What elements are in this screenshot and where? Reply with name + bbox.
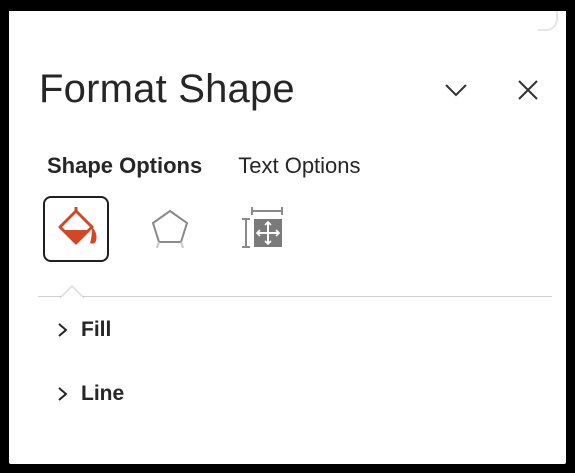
fill-section-header[interactable]: Fill [57, 318, 111, 342]
fill-line-tab[interactable] [43, 196, 109, 262]
tab-shape-options[interactable]: Shape Options [47, 153, 202, 179]
format-shape-pane: Format Shape Shape Options Text Options [9, 11, 566, 464]
pane-title: Format Shape [39, 67, 295, 111]
top-strip [9, 11, 566, 31]
top-strip-corner [538, 11, 558, 31]
line-section-header[interactable]: Line [57, 382, 124, 406]
effects-tab[interactable] [137, 196, 203, 262]
collapse-button[interactable] [439, 73, 473, 107]
category-icons [43, 196, 297, 262]
effects-icon [151, 209, 189, 249]
fill-section-label: Fill [81, 318, 112, 341]
fill-line-icon [58, 207, 97, 245]
close-icon [518, 80, 538, 100]
options-tabs: Shape Options Text Options [47, 153, 361, 179]
close-button[interactable] [511, 73, 545, 107]
chevron-right-icon [58, 323, 68, 337]
selection-pointer [59, 285, 85, 299]
size-properties-icon [242, 207, 283, 248]
tab-text-options[interactable]: Text Options [238, 153, 360, 179]
size-properties-tab[interactable] [231, 196, 297, 262]
section-divider [38, 296, 552, 297]
chevron-right-icon [58, 387, 68, 401]
line-section-label: Line [81, 382, 125, 405]
chevron-down-icon [445, 84, 467, 97]
